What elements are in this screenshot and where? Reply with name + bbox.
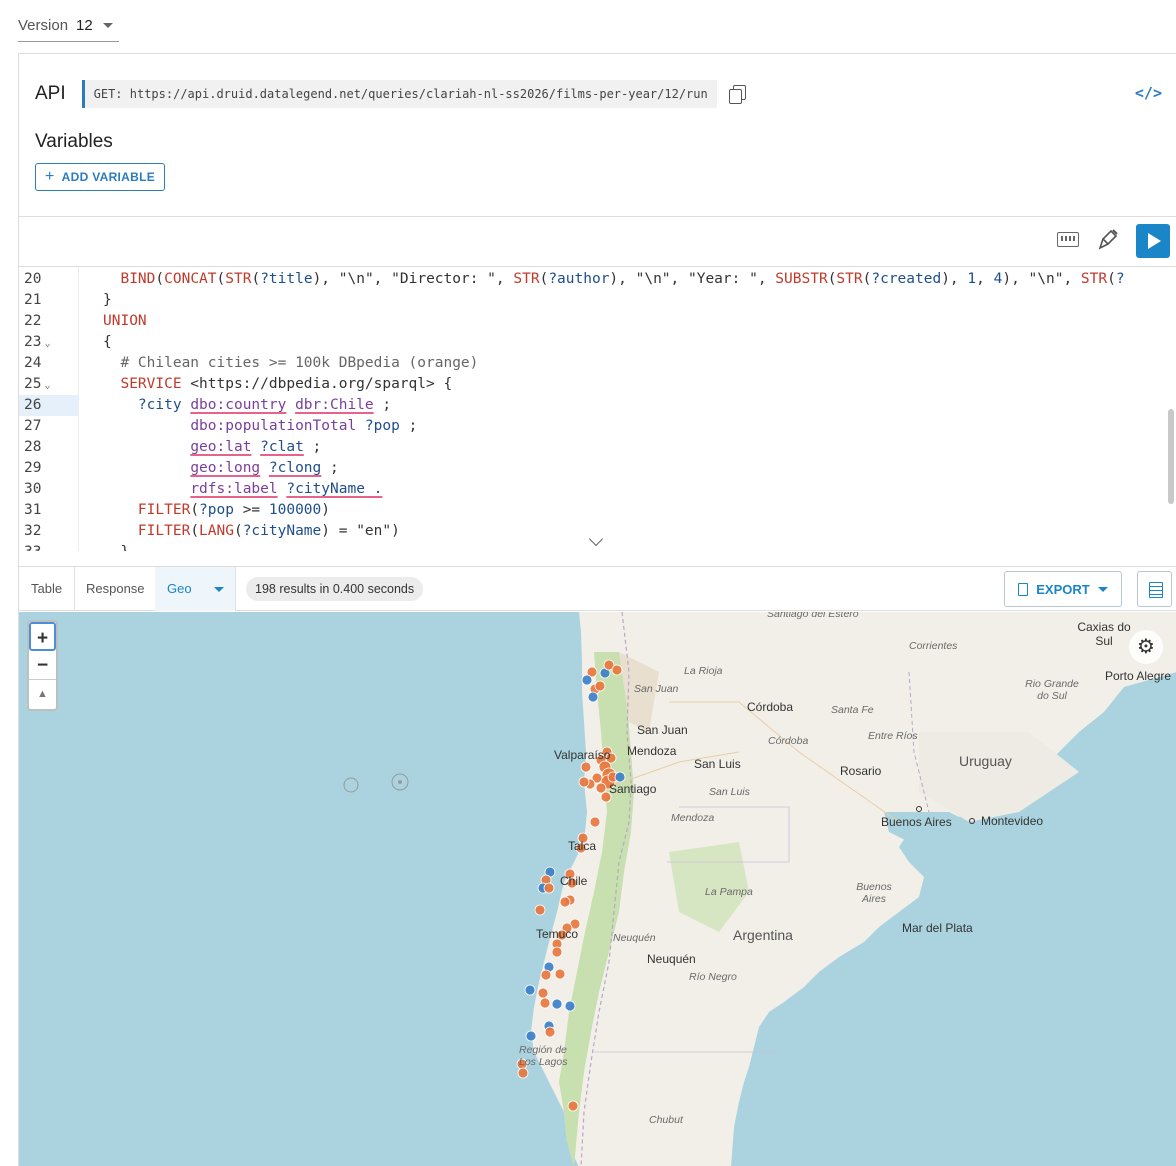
embed-code-icon[interactable]: </> (1135, 84, 1162, 102)
map-label: Valparaíso (554, 748, 611, 762)
map-label: Porto Alegre (1105, 669, 1172, 683)
map-label: Caxias do Sul (1077, 620, 1131, 648)
tab-geo[interactable]: Geo (155, 567, 204, 611)
format-query-icon[interactable] (1097, 228, 1119, 252)
map-label: Mendoza (627, 744, 677, 758)
api-label: API (35, 83, 66, 104)
map-label: Buenos Aires (856, 881, 892, 905)
map-label: Argentina (733, 927, 793, 943)
map-base (343, 612, 1176, 1166)
code-line: 29 geo:long ?clong ; (24, 460, 339, 476)
map-label: La Pampa (705, 886, 753, 898)
map-label: Chubut (649, 1114, 683, 1126)
map-label: Rio Grande do Sul (1025, 678, 1079, 702)
code-line: 26 ?city dbo:country dbr:Chile ; (19, 395, 1176, 416)
variables-title: Variables (35, 131, 113, 152)
map-label: San Luis (709, 786, 750, 798)
code-line: 22 UNION (24, 313, 147, 329)
zoom-out-button[interactable]: − (29, 651, 56, 680)
geo-map[interactable]: Santiago del Estero Caxias do Sul Corrie… (19, 612, 1176, 1166)
document-icon (1018, 582, 1029, 596)
code-line: 30 rdfs:label ?cityName . (24, 481, 383, 497)
visualization-dropdown-chevron-icon[interactable] (202, 567, 236, 611)
api-url-field[interactable]: GET: https://api.druid.datalegend.net/qu… (81, 80, 717, 108)
map-label: San Juan (634, 683, 679, 695)
compass-reset-icon[interactable]: ▲ (29, 680, 56, 709)
export-label: EXPORT (1036, 581, 1090, 597)
add-variable-label: ADD VARIABLE (61, 170, 156, 184)
add-variable-button[interactable]: + ADD VARIABLE (35, 163, 166, 191)
query-panel: API GET: https://api.druid.datalegend.ne… (18, 53, 1176, 1166)
export-button[interactable]: EXPORT (1004, 571, 1122, 607)
map-label: Entre Ríos (868, 730, 918, 742)
map-label: La Rioja (684, 665, 723, 677)
chevron-down-icon (1097, 586, 1108, 592)
map-label: Neuquén (647, 952, 696, 966)
results-summary: 198 results in 0.400 seconds (246, 577, 424, 601)
map-label: Río Negro (689, 971, 737, 983)
code-line: 23 ⌄{ (24, 334, 112, 350)
divider (19, 216, 1176, 217)
map-label: Rosario (840, 764, 882, 778)
map-label: Chile (560, 874, 588, 888)
map-label: San Luis (694, 757, 741, 771)
zoom-in-button[interactable]: + (29, 622, 56, 651)
map-label: Córdoba (747, 700, 794, 714)
version-value: 12 (76, 17, 93, 34)
map-label: Mar del Plata (902, 921, 973, 935)
map-label: Temuco (536, 927, 579, 941)
tab-response[interactable]: Response (74, 567, 158, 611)
query-editor[interactable]: 20 BIND(CONCAT(STR(?title), "\n", "Direc… (19, 266, 1176, 551)
code-line: 25 ⌄ SERVICE <https://dbpedia.org/sparql>… (24, 376, 453, 392)
map-label: San Juan (637, 723, 688, 737)
code-line: 27 dbo:populationTotal ?pop ; (24, 418, 418, 434)
code-line: 20 BIND(CONCAT(STR(?title), "\n", "Direc… (24, 271, 1125, 287)
code-line: 28 geo:lat ?clat ; (24, 439, 322, 455)
tab-table[interactable]: Table (19, 567, 76, 611)
map-label: Buenos Aires (881, 815, 952, 829)
map-label: Corrientes (909, 640, 958, 652)
run-query-button[interactable] (1136, 224, 1170, 258)
gear-icon[interactable]: ⚙ (1129, 630, 1163, 664)
map-label: Uruguay (959, 753, 1012, 769)
version-selector[interactable]: Version 12 (18, 10, 119, 42)
map-label: Montevideo (981, 814, 1044, 828)
map-label: Santiago (609, 782, 657, 796)
code-line: 21} (24, 292, 112, 308)
map-label: Talca (568, 839, 597, 853)
code-line: 31 FILTER(?pop >= 100000) (24, 502, 331, 518)
version-label: Version (18, 17, 69, 34)
notes-icon[interactable] (1137, 571, 1172, 607)
zoom-control: + − ▲ (27, 620, 58, 711)
map-label: Neuquén (613, 932, 656, 944)
copy-icon[interactable] (728, 85, 746, 104)
keyboard-shortcuts-icon[interactable] (1057, 232, 1079, 247)
api-row: API GET: https://api.druid.datalegend.ne… (35, 79, 746, 109)
map-label: Santiago del Estero (767, 612, 859, 620)
results-tab-bar: Table Response Geo 198 results in 0.400 … (19, 566, 1176, 611)
map-label: Región de Los Lagos (519, 1044, 568, 1068)
plus-icon: + (45, 168, 55, 185)
map-label: Mendoza (671, 812, 715, 824)
code-line: 24 # Chilean cities >= 100k DBpedia (ora… (24, 355, 479, 371)
map-label: Santa Fe (831, 704, 874, 716)
chevron-down-icon (102, 23, 113, 28)
map-label: Córdoba (768, 735, 809, 747)
vertical-scrollbar[interactable] (1168, 409, 1174, 504)
